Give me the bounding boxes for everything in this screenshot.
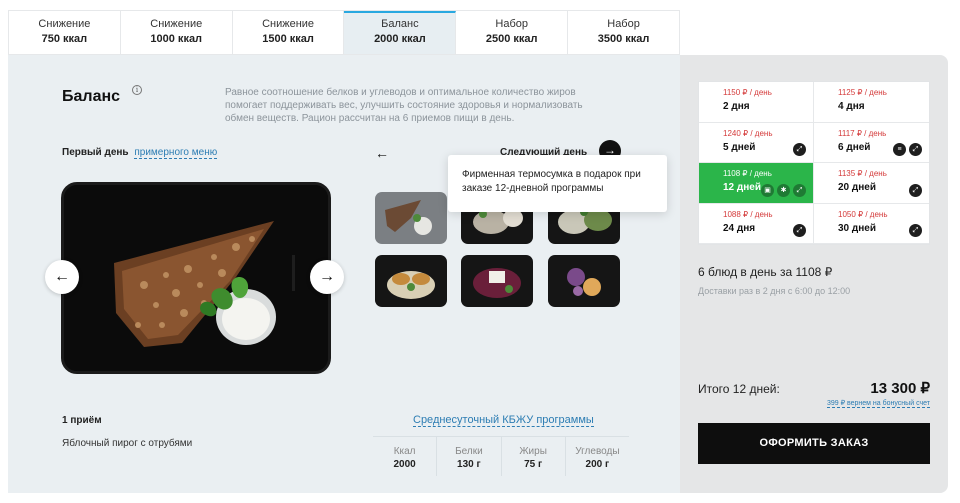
info-icon[interactable]: i bbox=[132, 85, 142, 95]
bonus-link[interactable]: 399 ₽ вернем на бонусный счет bbox=[826, 399, 930, 408]
snowflake-icon: ✱ bbox=[777, 183, 790, 197]
option-icons: ▣ ✱ ⤢ bbox=[761, 183, 806, 197]
page: Снижение 750 ккал Снижение 1000 ккал Сни… bbox=[0, 0, 960, 503]
thumbnail-image bbox=[567, 268, 601, 296]
program-description: Равное соотношение белков и углеводов и … bbox=[225, 87, 583, 124]
meal-name: Яблочный пирог с отрубями bbox=[62, 438, 193, 449]
option-days: 2 дня bbox=[723, 101, 750, 112]
kbju-label: Жиры bbox=[519, 446, 547, 457]
sample-menu-link[interactable]: примерного меню bbox=[134, 147, 218, 159]
expand-icon: ⤢ bbox=[909, 143, 922, 156]
option-days: 4 дня bbox=[838, 101, 865, 112]
place-order-button[interactable]: ОФОРМИТЬ ЗАКАЗ bbox=[698, 423, 930, 464]
program-panel: Баланс i Равное соотношение белков и угл… bbox=[8, 55, 680, 493]
kbju-table: Ккал 2000 Белки 130 г Жиры 75 г Углеводы… bbox=[373, 436, 629, 476]
tab-calories: 1500 ккал bbox=[262, 33, 314, 45]
tab-calories: 1000 ккал bbox=[150, 33, 203, 45]
option-price: 1135 ₽ / день bbox=[838, 169, 887, 178]
option-5-days[interactable]: 1240 ₽ / день 5 дней ⤢ bbox=[699, 122, 814, 163]
expand-icon: ⤢ bbox=[793, 183, 806, 197]
thumbnail-image bbox=[387, 271, 435, 299]
program-tabs: Снижение 750 ккал Снижение 1000 ккал Сни… bbox=[8, 10, 680, 55]
kbju-value: 200 г bbox=[585, 459, 610, 470]
total-price: 13 300 ₽ bbox=[870, 380, 930, 397]
duration-options: 1150 ₽ / день 2 дня 1125 ₽ / день 4 дня … bbox=[698, 81, 930, 245]
gift-tooltip: Фирменная термосумка в подарок при заказ… bbox=[448, 155, 667, 212]
kbju-label: Углеводы bbox=[575, 446, 620, 457]
tab-category: Снижение bbox=[150, 18, 203, 30]
kbju-label: Ккал bbox=[393, 446, 416, 457]
first-day-heading: Первый день примерного меню bbox=[62, 147, 218, 159]
tab-loss-1500[interactable]: Снижение 1500 ккал bbox=[232, 11, 345, 54]
tab-loss-1000[interactable]: Снижение 1000 ккал bbox=[120, 11, 233, 54]
kbju-protein: Белки 130 г bbox=[437, 437, 502, 476]
tab-calories: 2000 ккал bbox=[374, 33, 426, 45]
meal-number: 1 приём bbox=[62, 415, 102, 426]
meal-thumbnail-5[interactable] bbox=[461, 255, 533, 307]
option-icons: ≡ ⤢ bbox=[893, 143, 922, 156]
order-panel: 1150 ₽ / день 2 дня 1125 ₽ / день 4 дня … bbox=[680, 55, 948, 493]
tab-category: Набор bbox=[607, 18, 640, 30]
expand-icon: ⤢ bbox=[909, 183, 922, 197]
option-6-days[interactable]: 1117 ₽ / день 6 дней ≡ ⤢ bbox=[814, 123, 929, 163]
program-title: Баланс bbox=[62, 88, 121, 105]
expand-icon: ⤢ bbox=[793, 224, 806, 237]
option-price: 1050 ₽ / день bbox=[838, 209, 888, 219]
option-price: 1125 ₽ / день bbox=[838, 88, 887, 97]
tab-category: Снижение bbox=[262, 18, 315, 30]
option-price: 1150 ₽ / день bbox=[723, 88, 772, 97]
thumbnail-image bbox=[385, 200, 432, 235]
previous-day-arrow[interactable]: ← bbox=[375, 145, 389, 161]
kbju-value: 75 г bbox=[524, 459, 543, 470]
meal-thumbnail-4[interactable] bbox=[375, 255, 447, 307]
delivery-info: Доставки раз в 2 дня с 6:00 до 12:00 bbox=[698, 286, 851, 296]
bag-icon: ▣ bbox=[761, 183, 774, 197]
dishes-per-day: 6 блюд в день за 1108 ₽ bbox=[698, 265, 833, 279]
kbju-value: 2000 bbox=[393, 459, 416, 470]
kbju-link[interactable]: Среднесуточный КБЖУ программы bbox=[413, 414, 594, 427]
tab-loss-750[interactable]: Снижение 750 ккал bbox=[9, 11, 121, 54]
tab-calories: 750 ккал bbox=[41, 33, 88, 45]
option-30-days[interactable]: 1050 ₽ / день 30 дней ⤢ bbox=[814, 204, 929, 244]
tab-calories: 3500 ккал bbox=[597, 33, 650, 45]
meal-thumbnail-1[interactable] bbox=[375, 192, 447, 244]
option-icons: ⤢ bbox=[793, 224, 806, 237]
tab-category: Снижение bbox=[38, 18, 91, 30]
tab-gain-2500[interactable]: Набор 2500 ккал bbox=[456, 11, 569, 54]
kbju-label: Белки bbox=[455, 446, 483, 457]
option-price: 1117 ₽ / день bbox=[838, 128, 887, 138]
meal-thumbnail-6[interactable] bbox=[548, 255, 620, 307]
thumbnail-image bbox=[473, 268, 521, 298]
tab-category: Баланс bbox=[381, 18, 419, 30]
photo-next-button[interactable]: → bbox=[310, 260, 344, 294]
photo-prev-button[interactable]: ← bbox=[45, 260, 79, 294]
kbju-fat: Жиры 75 г bbox=[502, 437, 566, 476]
kbju-carbs: Углеводы 200 г bbox=[566, 437, 629, 476]
option-icons: ⤢ bbox=[909, 183, 922, 197]
option-price: 1240 ₽ / день bbox=[723, 128, 773, 138]
tab-balance-2000[interactable]: Баланс 2000 ккал bbox=[344, 11, 457, 54]
option-4-days[interactable]: 1125 ₽ / день 4 дня bbox=[814, 82, 929, 123]
tab-calories: 2500 ккал bbox=[485, 33, 538, 45]
total-label: Итого 12 дней: bbox=[698, 382, 780, 396]
tab-gain-3500[interactable]: Набор 3500 ккал bbox=[568, 11, 679, 54]
expand-icon: ⤢ bbox=[793, 143, 806, 156]
option-price: 1108 ₽ / день bbox=[723, 169, 772, 178]
option-2-days[interactable]: 1150 ₽ / день 2 дня bbox=[699, 82, 814, 123]
first-day-label: Первый день bbox=[62, 147, 129, 158]
kbju-calories: Ккал 2000 bbox=[373, 437, 438, 476]
dish-photo bbox=[61, 182, 331, 374]
burger-icon: ≡ bbox=[893, 143, 906, 156]
option-icons: ⤢ bbox=[793, 143, 806, 156]
option-24-days[interactable]: 1088 ₽ / день 24 дня ⤢ bbox=[699, 203, 814, 244]
expand-icon: ⤢ bbox=[909, 224, 922, 237]
option-20-days[interactable]: 1135 ₽ / день 20 дней ⤢ bbox=[814, 163, 929, 204]
option-12-days[interactable]: 1108 ₽ / день 12 дней ▣ ✱ ⤢ bbox=[699, 163, 814, 204]
tab-category: Набор bbox=[495, 18, 529, 30]
kbju-value: 130 г bbox=[457, 459, 481, 470]
option-icons: ⤢ bbox=[909, 224, 922, 237]
dish-image bbox=[64, 185, 328, 371]
option-price: 1088 ₽ / день bbox=[723, 209, 773, 219]
